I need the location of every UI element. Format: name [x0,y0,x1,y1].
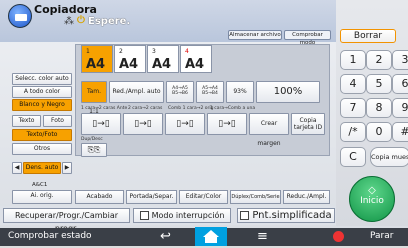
bw-button[interactable]: Blanco y Negro [12,99,72,111]
key-6[interactable]: 6 [392,74,408,94]
duplex-2-2-button[interactable]: ▯→▯ [123,113,163,135]
back-icon[interactable]: ↩ [160,229,171,244]
auto-density-button[interactable]: Dens. auto [23,162,61,174]
simplified-screen-button[interactable]: Pnt.simplificada [237,208,335,223]
tray-3[interactable]: 3 A4 [147,45,179,73]
toner-icon: ⁂ [64,16,74,27]
reduce-preset-2[interactable]: A5→A4 B5→B4 [196,81,224,103]
density-down-button[interactable]: ◀ [12,162,22,174]
power-icon: ⏻ [77,15,85,26]
ai-label: A&C1 [32,182,48,188]
tray-4[interactable]: 4 A4 [180,45,212,73]
photo-button[interactable]: Foto [43,115,72,127]
copier-screen: Copiadora ⁂ ⏻ Espere. Almacenar archivo … [0,0,408,246]
combine-button[interactable]: ▯→▯ [165,113,205,135]
key-1[interactable]: 1 [340,50,366,70]
paper-panel: 1 A4 2 A4 3 A4 4 A4 Tam. 1:1 Red./Ampl. … [75,44,330,157]
reduce-preset-1[interactable]: A4→A5 B5→B6 [166,81,194,103]
tray-1[interactable]: 1 A4 [81,45,113,73]
key-2[interactable]: 2 [366,50,392,70]
auto-reduce-button[interactable]: Red./Ampl. auto [109,81,164,103]
text-photo-button[interactable]: Texto/Foto [12,129,72,141]
others-button[interactable]: Otros [12,143,72,155]
key-5[interactable]: 5 [366,74,392,94]
check-status-button[interactable]: Comprobar estado [8,231,92,241]
status-text: Espere. [88,16,131,27]
key-8[interactable]: 8 [366,98,392,118]
duplex-caption-3: Comb 1 cara→2 orig [168,106,214,111]
interrupt-mode-button[interactable]: Modo interrupción [133,208,231,223]
dup-caption: Dup/Desc [81,137,103,142]
full-size-button[interactable]: Tam. 1:1 [81,81,107,115]
stapling-button[interactable]: ⎘⎘ [81,143,107,157]
store-file-button[interactable]: Almacenar archivo [228,30,282,40]
full-color-button[interactable]: A todo color [12,86,72,98]
home-button[interactable] [195,227,227,246]
tab-finishing[interactable]: Acabado [75,190,124,204]
home-icon [203,230,219,243]
tab-reduce[interactable]: Reduc./Ampl. [283,190,330,204]
start-icon: ◇ [368,185,376,196]
duplex-caption-4: 1 cara→Comb a una [210,106,256,111]
zoom-100-button[interactable]: 100% [256,81,320,103]
menu-icon[interactable]: ≡ [257,229,268,244]
tray-2[interactable]: 2 A4 [114,45,146,73]
key-clear[interactable]: C [340,147,366,167]
duplex-1-2-button[interactable]: ▯→▯ [81,113,121,135]
duplex-caption: 1 cara→2 caras Ante [81,106,128,111]
key-0[interactable]: 0 [366,122,392,142]
auto-color-button[interactable]: Selecc. color auto [12,73,72,85]
key-4[interactable]: 4 [340,74,366,94]
sample-copy-button[interactable]: Copia muestra [370,147,408,167]
create-margin-button[interactable]: Crear margen [249,113,289,147]
key-3[interactable]: 3 [392,50,408,70]
check-mode-button[interactable]: Comprobar modo [284,30,331,46]
stop-icon[interactable] [333,231,344,242]
clear-button[interactable]: Borrar [340,29,396,43]
interrupt-checkbox[interactable] [139,211,149,220]
tab-duplex[interactable]: Dúplex/Comb/Serie [230,190,281,204]
key-star[interactable]: /* [340,122,366,142]
zoom-93-button[interactable]: 93% [226,81,254,103]
combine-single-button[interactable]: ▯→▯ [207,113,247,135]
recover-program-button[interactable]: Recuperar/Progr./Cambiar progr. [3,208,130,233]
tab-cover[interactable]: Portada/Separ. [126,190,177,204]
start-button[interactable]: ◇ Inicio [349,176,395,222]
key-9[interactable]: 9 [392,98,408,118]
duplex-caption-2: 2 cara→2 caras [128,106,163,111]
header: Copiadora ⁂ ⏻ Espere. Almacenar archivo … [0,0,336,46]
stop-button[interactable]: Parar [370,231,393,241]
simplified-checkbox[interactable] [240,210,250,220]
tab-edit[interactable]: Editar/Color [179,190,228,204]
id-card-copy-button[interactable]: Copia tarjeta ID [291,113,325,135]
text-button[interactable]: Texto [12,115,41,127]
key-hash[interactable]: # [392,122,408,142]
copier-app-icon[interactable] [8,4,32,28]
key-7[interactable]: 7 [340,98,366,118]
density-up-button[interactable]: ▶ [62,162,72,174]
ai-orig-button[interactable]: Ai. orig. [12,190,72,204]
